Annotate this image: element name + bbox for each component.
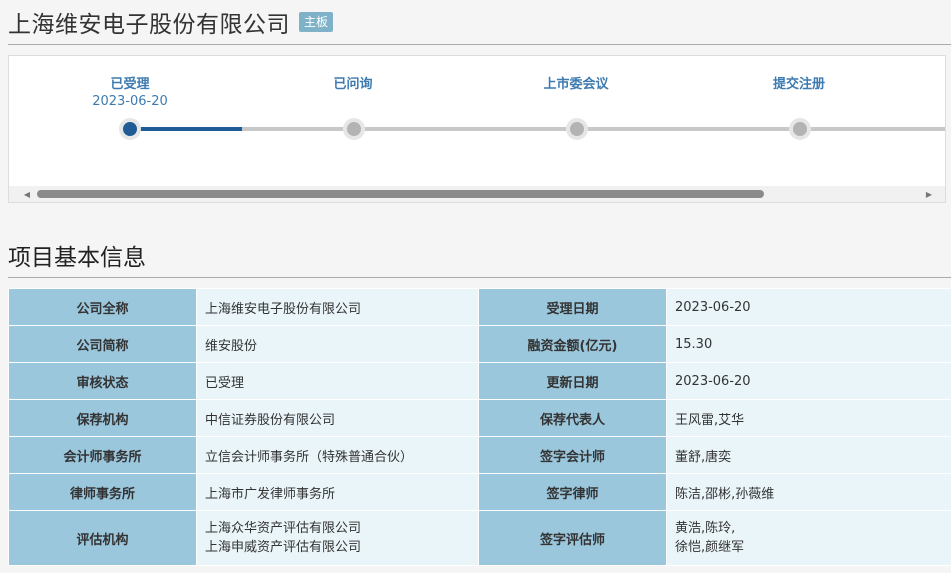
label-sponsor: 保荐机构 <box>8 399 197 437</box>
title-divider <box>8 44 951 45</box>
value-financing-amount: 15.30 <box>666 325 951 363</box>
value-sponsor: 中信证券股份有限公司 <box>196 399 479 437</box>
scroll-left-arrow-icon[interactable]: ◀ <box>19 186 35 202</box>
appraisers-line-1: 黄浩,陈玲, <box>675 521 736 536</box>
horizontal-scrollbar[interactable]: ◀ ▶ <box>9 186 945 202</box>
label-review-status: 审核状态 <box>8 362 197 400</box>
value-accounting-firm: 立信会计师事务所（特殊普通合伙） <box>196 436 479 474</box>
table-row: 公司全称 上海维安电子股份有限公司 受理日期 2023-06-20 <box>8 288 951 326</box>
value-accept-date: 2023-06-20 <box>666 288 951 326</box>
label-signing-lawyers: 签字律师 <box>478 473 667 511</box>
label-signing-appraisers: 签字评估师 <box>478 510 667 566</box>
step-label-listing-committee: 上市委会议 <box>543 77 609 92</box>
step-dot-accepted[interactable] <box>119 118 141 140</box>
label-accept-date: 受理日期 <box>478 288 667 326</box>
table-row: 保荐机构 中信证券股份有限公司 保荐代表人 王风雷,艾华 <box>8 399 951 437</box>
step-label-submit-registration: 提交注册 <box>772 77 825 92</box>
progress-track-fill <box>129 127 242 131</box>
step-dot-listing-committee[interactable] <box>566 118 588 140</box>
value-signing-lawyers: 陈洁,邵彬,孙薇维 <box>666 473 951 511</box>
scroll-thumb[interactable] <box>37 190 764 198</box>
table-row: 会计师事务所 立信会计师事务所（特殊普通合伙） 签字会计师 董舒,唐奕 <box>8 436 951 474</box>
progress-timeline: 已受理 2023-06-20 已问询 上市委会议 提交注册 ◀ ▶ <box>8 55 946 203</box>
label-accounting-firm: 会计师事务所 <box>8 436 197 474</box>
value-update-date: 2023-06-20 <box>666 362 951 400</box>
value-sponsor-reps: 王风雷,艾华 <box>666 399 951 437</box>
step-label-accepted: 已受理 <box>110 77 150 92</box>
appraisal-firm-1: 上海众华资产评估有限公司 <box>205 521 362 536</box>
value-short-name: 维安股份 <box>196 325 479 363</box>
label-full-name: 公司全称 <box>8 288 197 326</box>
value-signing-accountants: 董舒,唐奕 <box>666 436 951 474</box>
value-full-name: 上海维安电子股份有限公司 <box>196 288 479 326</box>
title-row: 上海维安电子股份有限公司 主板 <box>8 4 334 40</box>
step-label-inquired: 已问询 <box>333 77 373 92</box>
step-date-accepted: 2023-06-20 <box>92 94 168 109</box>
company-title: 上海维安电子股份有限公司 <box>8 12 290 38</box>
board-badge: 主板 <box>299 12 334 32</box>
value-signing-appraisers: 黄浩,陈玲, 徐恺,颜继军 <box>666 510 951 566</box>
section-title: 项目基本信息 <box>8 245 146 271</box>
appraisal-firm-2: 上海申威资产评估有限公司 <box>205 540 362 555</box>
label-signing-accountants: 签字会计师 <box>478 436 667 474</box>
label-short-name: 公司简称 <box>8 325 197 363</box>
value-appraisal-firms: 上海众华资产评估有限公司 上海申威资产评估有限公司 <box>196 510 479 566</box>
table-row: 公司简称 维安股份 融资金额(亿元) 15.30 <box>8 325 951 363</box>
scroll-right-arrow-icon[interactable]: ▶ <box>921 186 937 202</box>
table-row: 评估机构 上海众华资产评估有限公司 上海申威资产评估有限公司 签字评估师 黄浩,… <box>8 510 951 566</box>
step-dot-inquired[interactable] <box>343 118 365 140</box>
value-review-status: 已受理 <box>196 362 479 400</box>
progress-track <box>129 127 945 131</box>
label-financing-amount: 融资金额(亿元) <box>478 325 667 363</box>
label-law-firm: 律师事务所 <box>8 473 197 511</box>
table-row: 审核状态 已受理 更新日期 2023-06-20 <box>8 362 951 400</box>
table-row: 律师事务所 上海市广发律师事务所 签字律师 陈洁,邵彬,孙薇维 <box>8 473 951 511</box>
label-update-date: 更新日期 <box>478 362 667 400</box>
label-sponsor-reps: 保荐代表人 <box>478 399 667 437</box>
label-appraisal-firm: 评估机构 <box>8 510 197 566</box>
appraisers-line-2: 徐恺,颜继军 <box>675 540 745 555</box>
project-info-table: 公司全称 上海维安电子股份有限公司 受理日期 2023-06-20 公司简称 维… <box>8 288 951 566</box>
section-divider <box>8 277 951 278</box>
value-law-firm: 上海市广发律师事务所 <box>196 473 479 511</box>
step-dot-submit-registration[interactable] <box>789 118 811 140</box>
